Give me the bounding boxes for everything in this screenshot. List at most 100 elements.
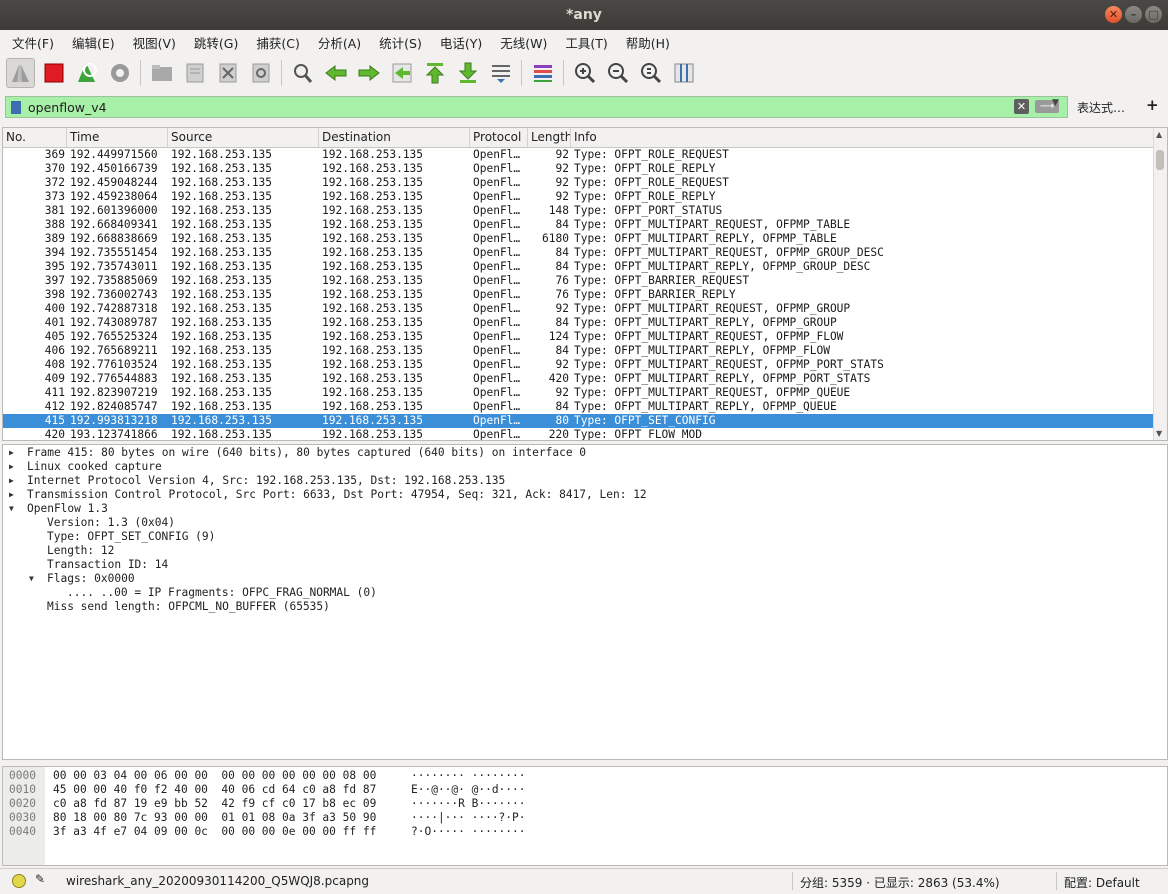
collapsed-tree-icon[interactable]: ▶ [9,474,14,488]
table-row[interactable]: 400 192.742887318 192.168.253.135 192.168.2… [3,302,1167,316]
expanded-tree-icon[interactable]: ▼ [9,502,14,516]
menu-tools[interactable]: 工具(T) [553,33,613,52]
detail-row[interactable]: ▶ Frame 415: 80 bytes on wire (640 bits),… [3,446,1167,460]
table-row[interactable]: 398 192.736002743 192.168.253.135 192.168.2… [3,288,1167,302]
go-forward-icon[interactable] [354,58,383,88]
first-packet-icon[interactable] [420,58,449,88]
detail-row[interactable]: ▼ OpenFlow 1.3 [3,502,1167,516]
table-row[interactable]: 372 192.459048244 192.168.253.135 192.168.2… [3,176,1167,190]
detail-row[interactable]: Version: 1.3 (0x04) [3,516,1167,530]
table-row[interactable]: 395 192.735743011 192.168.253.135 192.168.2… [3,260,1167,274]
menu-capture[interactable]: 捕获(C) [244,33,305,52]
collapsed-tree-icon[interactable]: ▶ [9,460,14,474]
scrollbar-thumb[interactable] [1156,150,1164,170]
hex-row[interactable]: 0000 00 00 03 04 00 06 00 00 00 00 00 00 … [3,769,1163,783]
table-row[interactable]: 394 192.735551454 192.168.253.135 192.168.2… [3,246,1167,260]
find-packet-icon[interactable] [288,58,317,88]
table-row[interactable]: 389 192.668838669 192.168.253.135 192.168.2… [3,232,1167,246]
table-row[interactable]: 406 192.765689211 192.168.253.135 192.168.2… [3,344,1167,358]
restart-capture-icon[interactable] [72,58,101,88]
detail-row[interactable]: ▼ Flags: 0x0000 [3,572,1167,586]
menu-wireless[interactable]: 无线(W) [488,33,553,52]
table-row[interactable]: 388 192.668409341 192.168.253.135 192.168.2… [3,218,1167,232]
clear-filter-icon[interactable]: ✕ [1014,99,1029,114]
detail-row[interactable]: Transaction ID: 14 [3,558,1167,572]
column-time[interactable]: Time [67,128,168,147]
reload-file-icon[interactable] [246,58,275,88]
bookmark-icon[interactable] [11,101,21,114]
start-capture-icon[interactable] [6,58,35,88]
detail-row[interactable]: ▶ Transmission Control Protocol, Src Port… [3,488,1167,502]
collapsed-tree-icon[interactable]: ▶ [9,488,14,502]
go-back-icon[interactable] [321,58,350,88]
table-row[interactable]: 405 192.765525324 192.168.253.135 192.168.2… [3,330,1167,344]
menu-analyze[interactable]: 分析(A) [306,33,367,52]
table-row[interactable]: 401 192.743089787 192.168.253.135 192.168.2… [3,316,1167,330]
save-file-icon[interactable] [180,58,209,88]
open-file-icon[interactable] [147,58,176,88]
table-row[interactable]: 381 192.601396000 192.168.253.135 192.168.2… [3,204,1167,218]
cell-source: 192.168.253.135 [171,190,273,203]
hex-row[interactable]: 0010 45 00 00 40 f0 f2 40 00 40 06 cd 64 … [3,783,1163,797]
menu-edit[interactable]: 编辑(E) [60,33,121,52]
menu-go[interactable]: 跳转(G) [182,33,244,52]
detail-row[interactable]: Type: OFPT_SET_CONFIG (9) [3,530,1167,544]
detail-row[interactable]: ▶ Internet Protocol Version 4, Src: 192.1… [3,474,1167,488]
table-row[interactable]: 409 192.776544883 192.168.253.135 192.168.2… [3,372,1167,386]
stop-capture-icon[interactable] [39,58,68,88]
table-row[interactable]: 412 192.824085747 192.168.253.135 192.168.2… [3,400,1167,414]
column-length[interactable]: Length [528,128,571,147]
menu-telephony[interactable]: 电话(Y) [428,33,488,52]
profile-label[interactable]: 配置: Default [1064,874,1140,891]
menu-statistics[interactable]: 统计(S) [367,33,428,52]
normal-size-icon[interactable] [636,58,665,88]
table-row[interactable]: 397 192.735885069 192.168.253.135 192.168.2… [3,274,1167,288]
chevron-down-icon[interactable]: ▼ [1052,98,1059,108]
add-filter-button[interactable]: + [1146,96,1159,114]
zoom-out-icon[interactable] [603,58,632,88]
collapsed-tree-icon[interactable]: ▶ [9,446,14,460]
packet-list-scrollbar[interactable]: ▲ ▼ [1153,128,1167,440]
scroll-down-icon[interactable]: ▼ [1156,429,1162,438]
column-protocol[interactable]: Protocol [470,128,528,147]
go-to-packet-icon[interactable] [387,58,416,88]
display-filter-input[interactable]: openflow_v4 ✕ ⟶ [5,96,1068,118]
menu-help[interactable]: 帮助(H) [614,33,676,52]
detail-row[interactable]: Miss send length: OFPCML_NO_BUFFER (6553… [3,600,1167,614]
table-row[interactable]: 420 193.123741866 192.168.253.135 192.168.2… [3,428,1167,440]
column-source[interactable]: Source [168,128,319,147]
table-row[interactable]: 415 192.993813218 192.168.253.135 192.168.2… [3,414,1167,428]
column-no[interactable]: No. [3,128,67,147]
capture-options-icon[interactable] [105,58,134,88]
hex-row[interactable]: 0040 3f a3 4f e7 04 09 00 0c 00 00 00 0e … [3,825,1163,839]
table-row[interactable]: 411 192.823907219 192.168.253.135 192.168.2… [3,386,1167,400]
scroll-up-icon[interactable]: ▲ [1156,130,1162,139]
menu-view[interactable]: 视图(V) [121,33,182,52]
detail-row[interactable]: ▶ Linux cooked capture [3,460,1167,474]
minimize-icon[interactable]: – [1125,6,1142,23]
table-row[interactable]: 369 192.449971560 192.168.253.135 192.168.2… [3,148,1167,162]
detail-row[interactable]: .... ..00 = IP Fragments: OFPC_FRAG_NORM… [3,586,1167,600]
table-row[interactable]: 373 192.459238064 192.168.253.135 192.168.2… [3,190,1167,204]
capture-comment-icon[interactable]: ✎ [35,872,45,886]
hex-row[interactable]: 0030 80 18 00 80 7c 93 00 00 01 01 08 0a … [3,811,1163,825]
last-packet-icon[interactable] [453,58,482,88]
hex-row[interactable]: 0020 c0 a8 fd 87 19 e9 bb 52 42 f9 cf c0 … [3,797,1163,811]
autoscroll-icon[interactable] [486,58,515,88]
colorize-icon[interactable] [528,58,557,88]
maximize-icon[interactable]: □ [1145,6,1162,23]
resize-columns-icon[interactable] [669,58,698,88]
expanded-tree-icon[interactable]: ▼ [29,572,34,586]
table-row[interactable]: 370 192.450166739 192.168.253.135 192.168.2… [3,162,1167,176]
table-row[interactable]: 408 192.776103524 192.168.253.135 192.168.2… [3,358,1167,372]
close-file-icon[interactable] [213,58,242,88]
zoom-in-icon[interactable] [570,58,599,88]
detail-row[interactable]: Length: 12 [3,544,1167,558]
close-icon[interactable]: ✕ [1105,6,1122,23]
column-info[interactable]: Info [571,128,1153,147]
column-destination[interactable]: Destination [319,128,470,147]
expert-info-icon[interactable] [12,874,26,888]
cell-time: 192.459048244 [70,176,158,189]
menu-file[interactable]: 文件(F) [0,33,60,52]
expression-button[interactable]: 表达式… [1077,99,1125,116]
